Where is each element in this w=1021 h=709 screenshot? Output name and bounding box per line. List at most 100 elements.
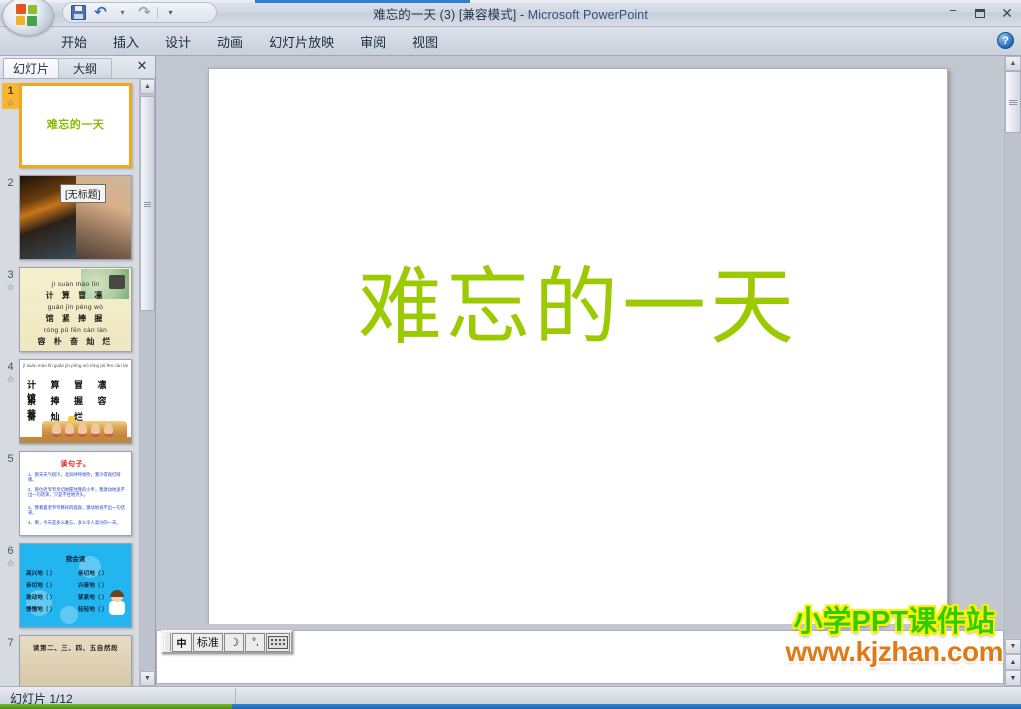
taskbar-strip <box>0 704 1021 709</box>
tab-review[interactable]: 审阅 <box>347 28 399 54</box>
tab-outline[interactable]: 大纲 <box>58 58 112 78</box>
restore-button[interactable] <box>970 5 990 22</box>
thumbnail-list: 1 ☆ 难忘的一天 2 [无标题] 3 ☆ jì suàn mào lǐn 计 … <box>0 79 139 686</box>
thumbnail-number: 2 <box>2 175 19 189</box>
thumbnail-image: [无标题] <box>19 175 132 260</box>
thumbnail-number: 7 <box>2 635 19 649</box>
thumbnail-number: 5 <box>2 451 19 465</box>
bullets-title: 读句子。 <box>60 461 91 468</box>
animation-star-icon: ☆ <box>6 558 15 568</box>
thumbnail-image: jì suàn mào lǐn guǎn jǐn pěng wò róng pǔ… <box>19 359 132 444</box>
quick-access-toolbar: ↶ ▾ ↷ ▾ <box>62 2 217 23</box>
close-pane-icon[interactable]: ✕ <box>135 58 149 73</box>
quiz-right-column: 亲切地（ ） 兴奋地（ ） 紧紧地（ ） 轻轻地（ ） <box>78 568 108 616</box>
bullet-1: 1、那天天气很冷，北风呼呼地吹，我冷得直打哆嗦。 <box>28 472 121 483</box>
tab-view[interactable]: 视图 <box>399 28 451 54</box>
hanzi-line-1: 计 算 冒 凛 <box>45 291 106 300</box>
slide-title-text[interactable]: 难忘的一天 <box>209 265 947 349</box>
ime-keyboard-button[interactable] <box>266 632 290 652</box>
edit-area-scrollbar[interactable]: ▲ ▼ ▲ ▼ <box>1004 56 1021 686</box>
ime-mode-button[interactable]: 标准 <box>192 632 224 652</box>
edit-scroll-track[interactable] <box>1005 71 1021 639</box>
next-slide-button[interactable]: ▼ <box>1005 670 1021 686</box>
thumbnail-pinyin-slide: jì suàn mào lǐn 计 算 冒 凛 guǎn jǐn pěng wò… <box>20 268 131 351</box>
ime-toolbar[interactable]: 中 标准 ☽ °, <box>161 630 293 654</box>
thumbnail-number-text: 4 <box>7 361 14 373</box>
thumbnail-quiz-slide: 我会读 高兴地（ ） 亲切地（ ） 激动地（ ） 慢慢地（ ） 亲切地（ ） 兴… <box>20 544 131 627</box>
quiz-left-1: 高兴地（ ） <box>26 571 56 577</box>
edit-scroll-up-button[interactable]: ▲ <box>1005 56 1021 71</box>
save-icon <box>71 5 86 20</box>
pinyin-line-3: róng pǔ fēn càn làn <box>43 327 108 334</box>
thumbnail-number: 1 ☆ <box>2 83 19 109</box>
title-bar: ↶ ▾ ↷ ▾ 难忘的一天 (3) [兼容模式] - Microsoft Pow… <box>0 0 1021 36</box>
ribbon-tabs: 开始 插入 设计 动画 幻灯片放映 审阅 视图 <box>48 27 451 55</box>
thumbnail-number-text: 3 <box>7 269 14 281</box>
thumbnail-untitled-label: [无标题] <box>60 184 106 203</box>
scroll-track[interactable] <box>140 94 155 671</box>
tab-home[interactable]: 开始 <box>48 28 100 54</box>
thumbnail-title-text: 难忘的一天 <box>46 119 105 131</box>
animation-star-icon: ☆ <box>6 282 15 292</box>
taskbar-start-strip <box>0 704 232 709</box>
minimize-button[interactable]: − <box>943 2 963 25</box>
redo-button[interactable]: ↷ <box>135 4 154 21</box>
scroll-up-button[interactable]: ▲ <box>140 79 155 94</box>
thumbnail-number-text: 5 <box>7 453 14 465</box>
quiz-right-1: 亲切地（ ） <box>78 571 108 577</box>
ime-drag-handle[interactable] <box>164 633 171 651</box>
thumbnail-number: 4 ☆ <box>2 359 19 385</box>
top-strip-accent <box>255 0 470 3</box>
undo-dropdown-icon[interactable]: ▾ <box>113 4 132 21</box>
tab-slideshow[interactable]: 幻灯片放映 <box>256 28 347 54</box>
undo-button[interactable]: ↶ <box>91 4 110 21</box>
slide-panel-scrollbar[interactable]: ▲ ▼ <box>139 79 155 686</box>
slide-edit-pane: 难忘的一天 中 标准 ☽ °, <box>156 56 1004 686</box>
close-button[interactable]: ✕ <box>997 5 1017 22</box>
thumbnail-slide-1[interactable]: 1 ☆ 难忘的一天 <box>0 83 139 168</box>
hanzi-line-3: 容 朴 奋 灿 烂 <box>37 337 114 346</box>
floor-strip <box>20 437 131 443</box>
thumbnail-image: 我会读 高兴地（ ） 亲切地（ ） 激动地（ ） 慢慢地（ ） 亲切地（ ） 兴… <box>19 543 132 628</box>
thumbnail-image: 读句子。 1、那天天气很冷，北风呼呼地吹，我冷得直打哆嗦。 2、那位老爷爷亲切地… <box>19 451 132 536</box>
ime-logo-icon[interactable]: 中 <box>171 632 192 652</box>
powerpoint-window: ↶ ▾ ↷ ▾ 难忘的一天 (3) [兼容模式] - Microsoft Pow… <box>0 0 1021 709</box>
bullet-3: 3、我看着老爷爷慈祥的面容，激动地说不出一句话来。 <box>28 505 125 516</box>
edit-scroll-down-button[interactable]: ▼ <box>1005 639 1021 654</box>
thumbnail-slide-2[interactable]: 2 [无标题] <box>0 175 139 260</box>
thumbnail-slide-3[interactable]: 3 ☆ jì suàn mào lǐn 计 算 冒 凛 guǎn jǐn pěn… <box>0 267 139 352</box>
tab-insert[interactable]: 插入 <box>100 28 152 54</box>
save-button[interactable] <box>69 4 88 21</box>
thumbnail-slide-4[interactable]: 4 ☆ jì suàn mào lǐn guǎn jǐn pěng wò rón… <box>0 359 139 444</box>
thumbnail-slide7-text: 读第二、三、四、五自然段 <box>32 645 119 652</box>
thumbnail-scroll-area: 1 ☆ 难忘的一天 2 [无标题] 3 ☆ jì suàn mào lǐn 计 … <box>0 79 155 686</box>
slide-navigator-pane: 幻灯片 大纲 ✕ 1 ☆ 难忘的一天 2 [无标题] 3 ☆ jì suàn m… <box>0 56 156 686</box>
ime-moon-icon[interactable]: ☽ <box>224 632 245 652</box>
animation-star-icon: ☆ <box>6 374 15 384</box>
current-slide[interactable]: 难忘的一天 <box>208 68 948 630</box>
thumbnail-slide-5[interactable]: 5 读句子。 1、那天天气很冷，北风呼呼地吹，我冷得直打哆嗦。 2、那位老爷爷亲… <box>0 451 139 536</box>
edit-scroll-grip-icon <box>1009 99 1017 105</box>
thumbnail-slide-7[interactable]: 7 读第二、三、四、五自然段 <box>0 635 139 686</box>
keyboard-icon <box>268 635 289 649</box>
tab-animations[interactable]: 动画 <box>204 28 256 54</box>
scroll-down-button[interactable]: ▼ <box>140 671 155 686</box>
thumbnail-number-text: 2 <box>7 177 14 189</box>
tab-slides[interactable]: 幻灯片 <box>3 58 59 78</box>
edit-scroll-thumb[interactable] <box>1005 71 1021 133</box>
bullet-4: 4、啊，今天是多么难忘，多么令人高兴的一天。 <box>28 520 121 525</box>
quiz-left-2: 亲切地（ ） <box>26 583 56 589</box>
scroll-thumb[interactable] <box>140 96 155 311</box>
previous-slide-button[interactable]: ▲ <box>1005 654 1021 670</box>
help-button[interactable]: ? <box>997 32 1014 49</box>
thumbnail-slide-6[interactable]: 6 ☆ 我会读 高兴地（ ） 亲切地（ ） 激动地（ ） 慢慢地（ ） 亲切地（… <box>0 543 139 628</box>
thumbnail-text-slide: 读第二、三、四、五自然段 <box>20 636 131 686</box>
thumbnail-number: 6 ☆ <box>2 543 19 569</box>
ribbon-tab-bar: 开始 插入 设计 动画 幻灯片放映 审阅 视图 ? <box>0 27 1021 56</box>
customize-qat-button[interactable]: ▾ <box>161 4 180 21</box>
quiz-title: 我会读 <box>65 556 86 563</box>
thumbnail-image: 难忘的一天 <box>19 83 132 168</box>
tab-design[interactable]: 设计 <box>152 28 204 54</box>
status-bar: 幻灯片 1/12 <box>0 686 1021 709</box>
ime-punctuation-icon[interactable]: °, <box>245 632 266 652</box>
